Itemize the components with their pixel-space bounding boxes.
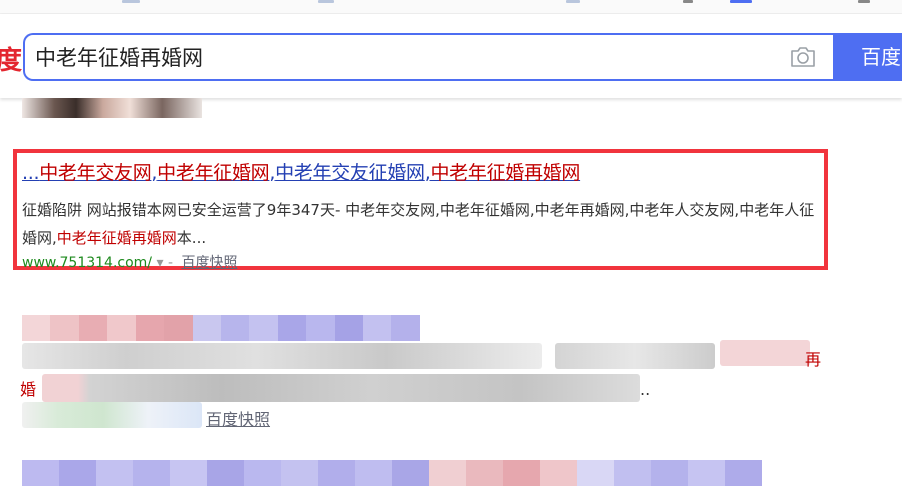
result-title-segment: 中老年交友征婚网 — [275, 162, 425, 184]
result-title-segment: ... — [22, 162, 40, 184]
search-box[interactable] — [23, 33, 833, 81]
abstract-tail: 本... — [176, 229, 207, 247]
blurred-snippet-pink — [720, 340, 810, 366]
result-image-thumbnail[interactable] — [22, 98, 202, 118]
blurred-snippet-line-2 — [42, 374, 640, 402]
result-title-segment: 中老年征婚网 — [157, 162, 270, 184]
chevron-down-icon[interactable]: ▾ - — [156, 255, 173, 271]
result-title-segment: 中老年交友网 — [39, 162, 152, 184]
search-input[interactable] — [35, 35, 775, 79]
result-title-segment: 中老年征婚再婚网 — [430, 162, 581, 184]
blurred-snippet-line-1 — [22, 343, 542, 369]
result-abstract: 征婚陷阱 网站报错本网已安全运营了9年347天- 中老年交友网,中老年征婚网,中… — [22, 196, 822, 252]
blurred-snippet-line-1b — [555, 343, 715, 369]
camera-icon[interactable] — [789, 46, 817, 68]
result-url[interactable]: www.751314.com/ — [22, 255, 152, 271]
blurred-snippet-keyword: 再 — [805, 350, 822, 369]
blurred-snapshot-link[interactable]: 百度快照 — [206, 406, 270, 430]
search-result: ...中老年交友网,中老年征婚网,中老年交友征婚网,中老年征婚再婚网 征婚陷阱 … — [22, 158, 822, 274]
snapshot-link[interactable]: 百度快照 — [181, 255, 237, 271]
blurred-result-title-3[interactable] — [22, 460, 762, 486]
blurred-snippet-ellipsis: .. — [640, 380, 651, 399]
search-header: 度 百度 — [0, 14, 902, 98]
baidu-logo-fragment[interactable]: 度 — [0, 46, 22, 76]
result-title-link[interactable]: ...中老年交友网,中老年征婚网,中老年交友征婚网,中老年征婚再婚网 — [22, 158, 822, 188]
blurred-url — [22, 402, 202, 428]
browser-top-strip — [0, 0, 902, 14]
search-button[interactable]: 百度 — [833, 33, 902, 81]
abstract-keyword: 中老年征婚再婚网 — [56, 229, 177, 247]
result-url-row: www.751314.com/ ▾ - 百度快照 — [22, 252, 822, 274]
blurred-result-title[interactable] — [22, 315, 420, 341]
